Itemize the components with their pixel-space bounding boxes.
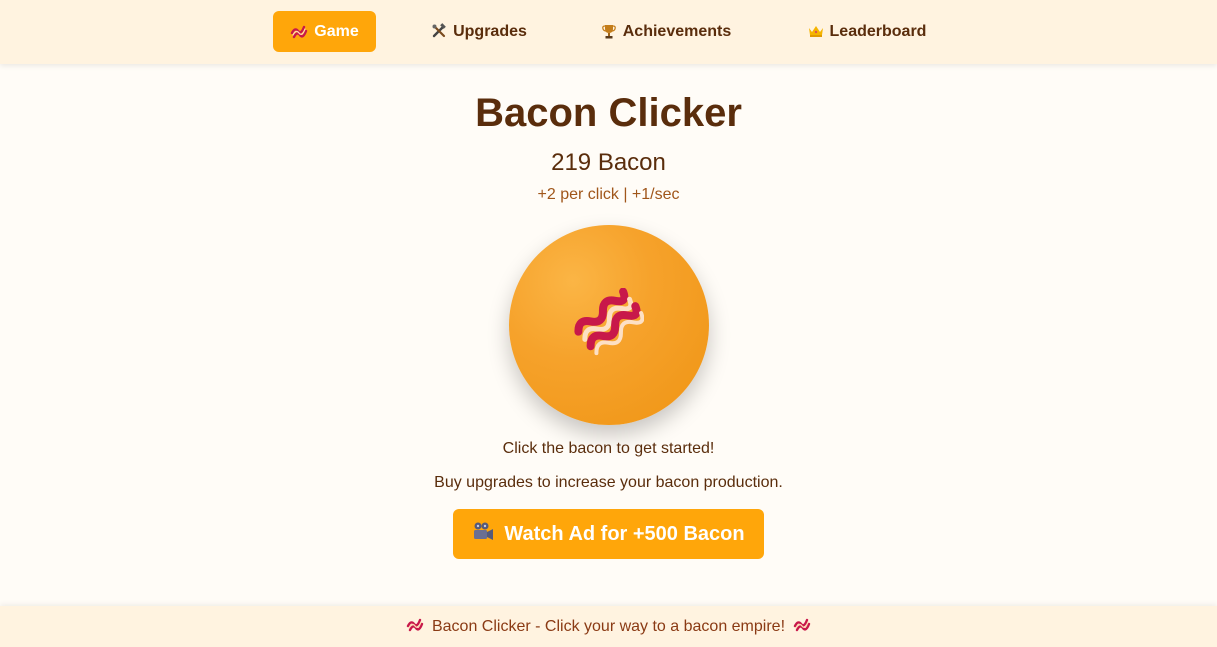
nav-tab-achievements[interactable]: Achievements bbox=[592, 11, 740, 52]
bacon-click-button[interactable] bbox=[509, 225, 709, 425]
nav-tab-label: Game bbox=[314, 22, 359, 40]
footer-text: Bacon Clicker - Click your way to a baco… bbox=[431, 617, 786, 635]
nav-tab-leaderboard[interactable]: Leaderboard bbox=[800, 11, 934, 52]
nav-tab-label: Upgrades bbox=[453, 22, 527, 40]
footer: Bacon Clicker - Click your way to a baco… bbox=[0, 606, 1217, 647]
game-title: Bacon Clicker bbox=[475, 91, 742, 135]
bacon-icon bbox=[574, 287, 645, 363]
upgrade-hint-text: Buy upgrades to increase your bacon prod… bbox=[434, 474, 783, 491]
tools-icon bbox=[431, 22, 447, 41]
nav-bar: Game Upgrades Achievements Leaderboard bbox=[0, 0, 1217, 64]
nav-tab-game[interactable]: Game bbox=[273, 11, 376, 52]
nav-tab-label: Leaderboard bbox=[829, 22, 927, 40]
watch-ad-label: Watch Ad for +500 Bacon bbox=[504, 522, 745, 545]
crown-icon bbox=[808, 24, 824, 40]
bacon-icon bbox=[290, 23, 308, 41]
production-rate: +2 per click | +1/sec bbox=[537, 186, 680, 203]
movie-camera-icon bbox=[472, 521, 494, 547]
watch-ad-button[interactable]: Watch Ad for +500 Bacon bbox=[453, 509, 764, 559]
hint-text: Click the bacon to get started! bbox=[502, 440, 715, 457]
nav-tab-upgrades[interactable]: Upgrades bbox=[426, 11, 532, 52]
bacon-count: 219 Bacon bbox=[551, 149, 666, 176]
bacon-icon bbox=[793, 616, 811, 637]
trophy-icon bbox=[601, 23, 617, 41]
nav-tab-label: Achievements bbox=[622, 22, 732, 40]
bacon-icon bbox=[406, 616, 424, 637]
